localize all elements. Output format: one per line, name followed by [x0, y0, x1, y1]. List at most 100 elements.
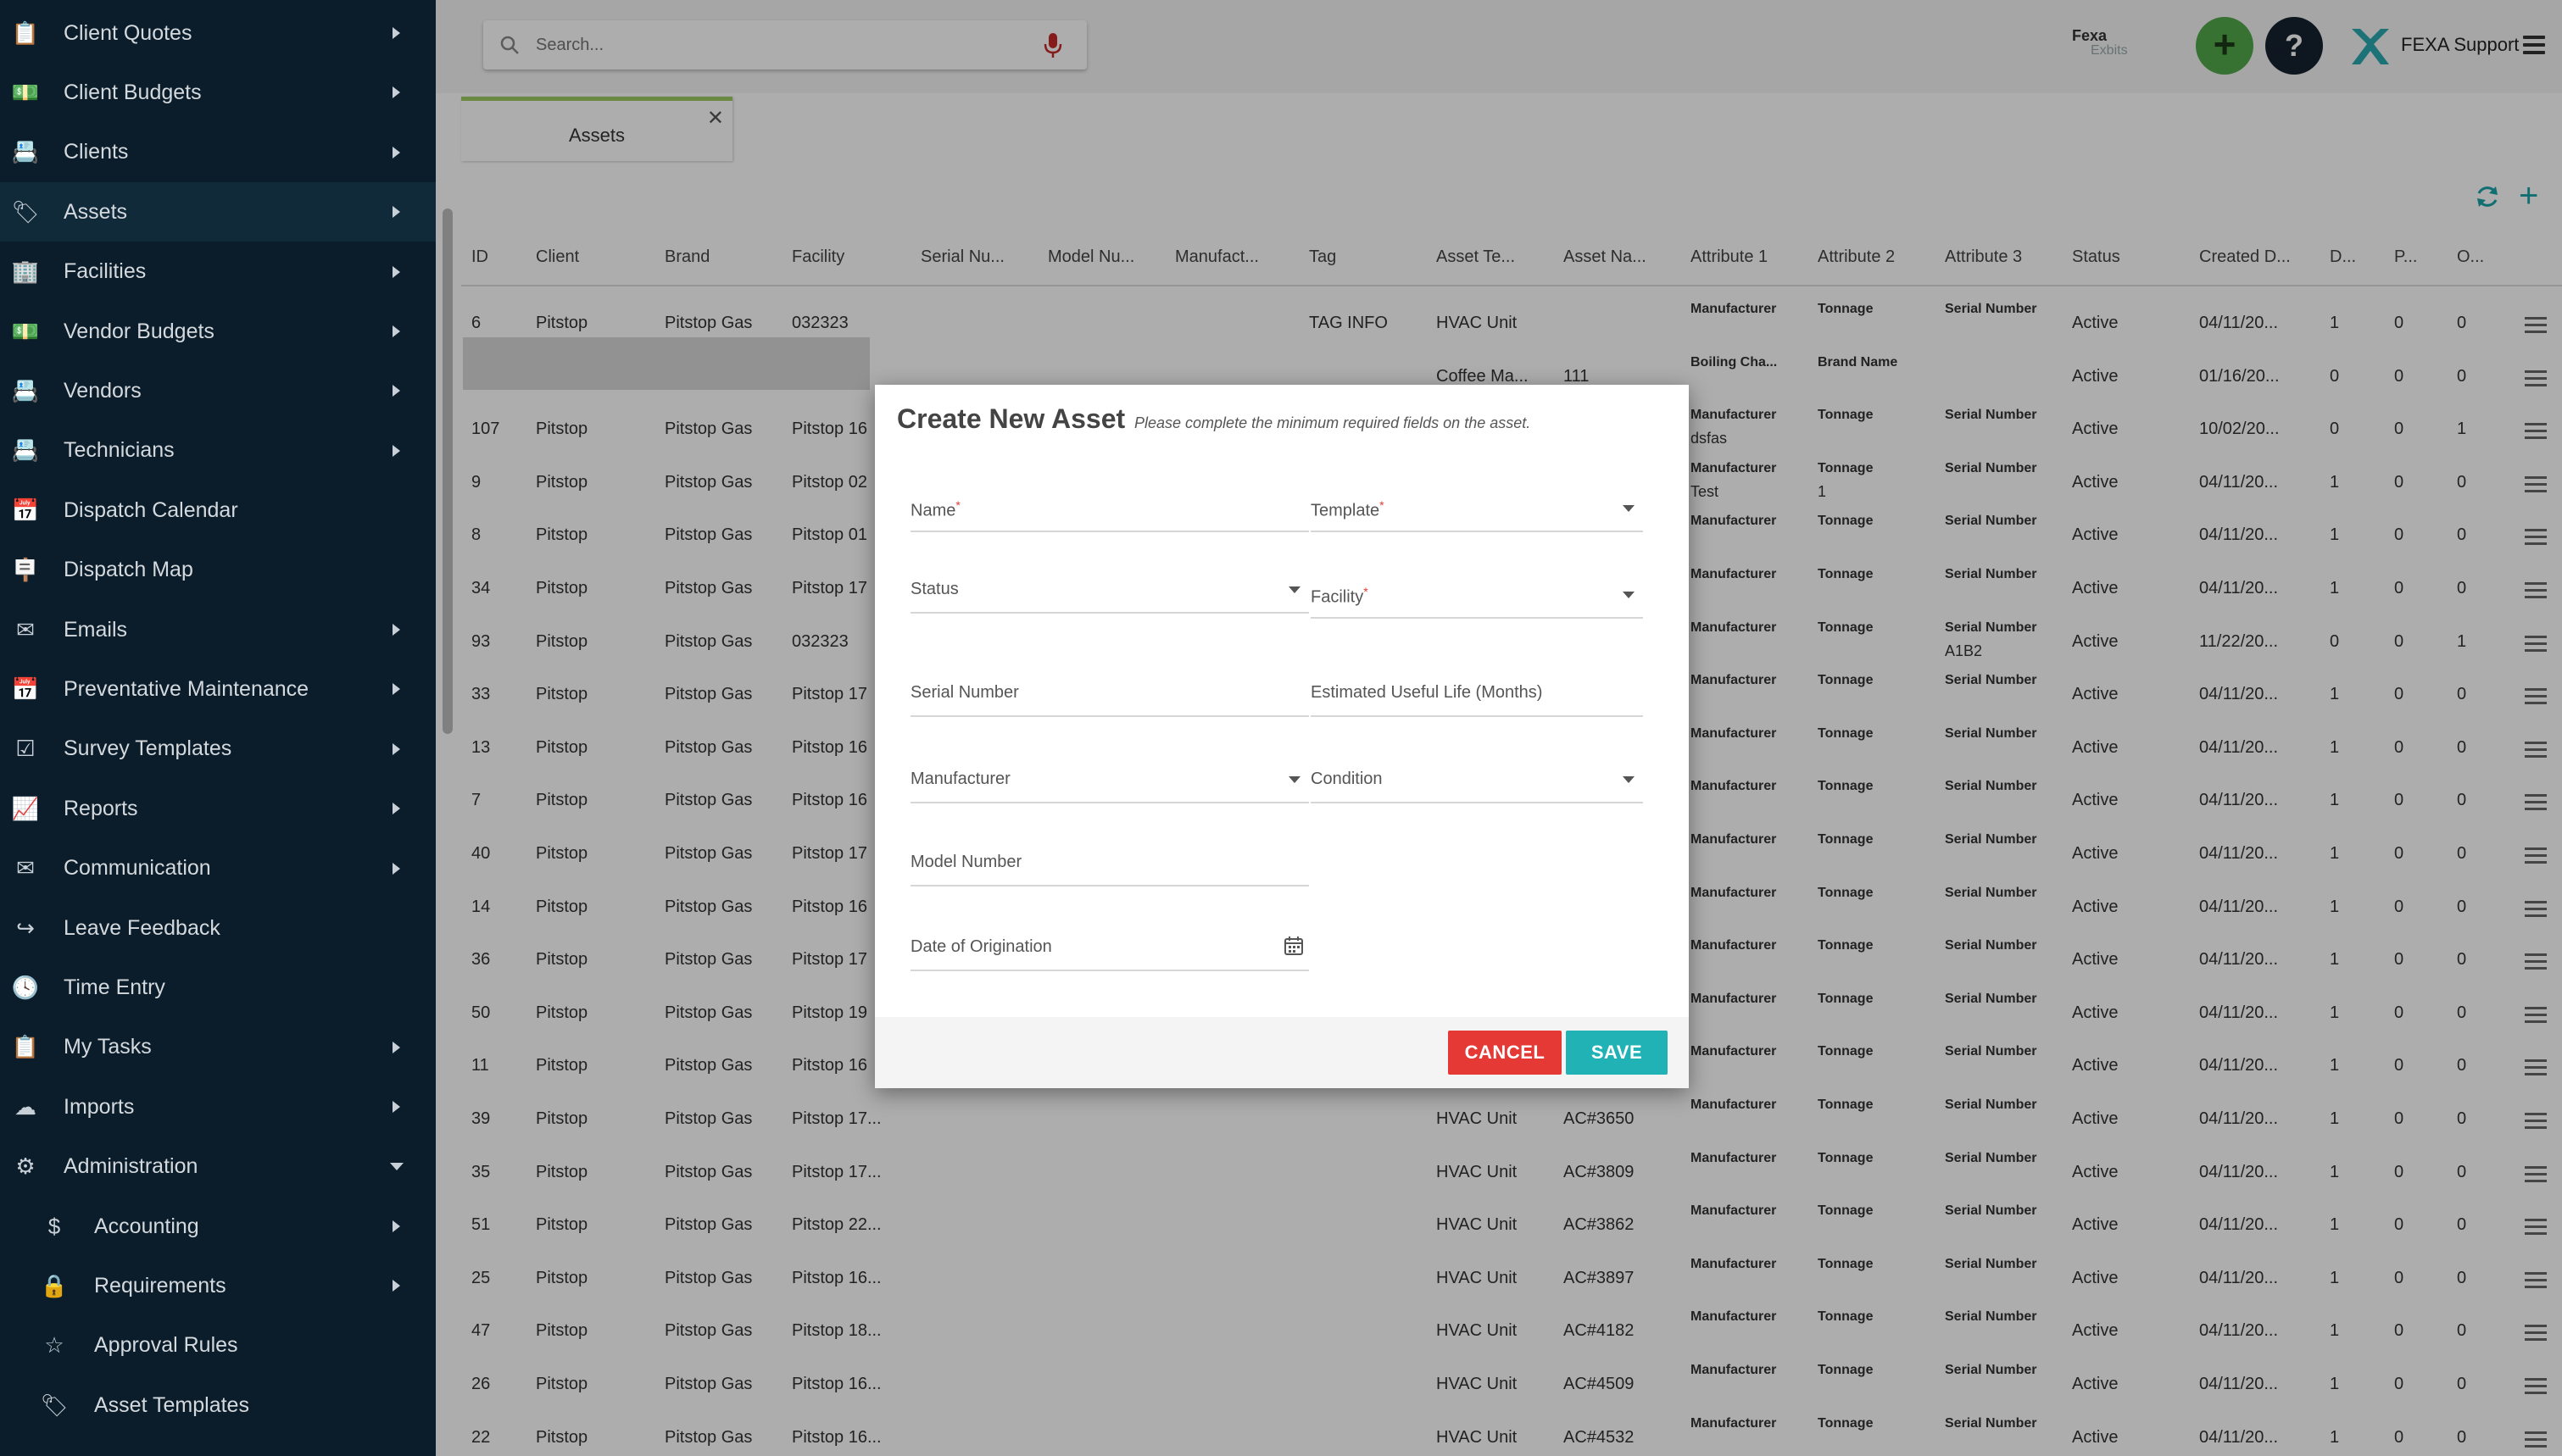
sidebar-item-label: Facilities: [64, 259, 147, 284]
name-field[interactable]: Name*: [911, 490, 1309, 532]
facility-select[interactable]: Facility*: [1311, 576, 1643, 619]
caret-right-icon: [393, 1101, 400, 1114]
caret-right-icon: [393, 206, 400, 219]
caret-right-icon: [393, 265, 400, 278]
caret-right-icon: [393, 325, 400, 337]
modal-subtitle: Please complete the minimum required fie…: [1134, 414, 1531, 431]
caret-right-icon: [393, 683, 400, 696]
calendar-icon: 📅: [11, 675, 40, 702]
sidebar-item-technicians[interactable]: 📇 Technicians: [0, 421, 436, 481]
envelope-open-icon: ✉: [16, 616, 35, 642]
model-number-field[interactable]: Model Number: [911, 844, 1309, 886]
chevron-down-icon: [1289, 586, 1300, 593]
caret-right-icon: [393, 1280, 400, 1292]
sidebar-item-clients[interactable]: 📇 Clients: [0, 123, 436, 182]
chevron-down-icon: [1623, 776, 1635, 783]
caret-right-icon: [393, 444, 400, 457]
sidebar-item-label: Reports: [64, 796, 138, 820]
status-label: Status: [911, 580, 959, 598]
calendar-icon[interactable]: [1284, 936, 1304, 956]
cancel-button[interactable]: CANCEL: [1448, 1031, 1562, 1075]
serial-number-label: Serial Number: [911, 683, 1019, 702]
save-button[interactable]: SAVE: [1566, 1031, 1668, 1075]
sidebar-item-vendor-budgets[interactable]: 💵 Vendor Budgets: [0, 302, 436, 361]
caret-right-icon: [393, 1220, 400, 1232]
sidebar-item-dispatch-map[interactable]: 🪧 Dispatch Map: [0, 541, 436, 600]
sidebar-item-label: Dispatch Map: [64, 558, 193, 582]
sidebar-item-asset-templates[interactable]: 🏷 Asset Templates: [0, 1375, 436, 1435]
sidebar-item-client-budgets[interactable]: 💵 Client Budgets: [0, 63, 436, 122]
sidebar-item-label: Requirements: [94, 1273, 226, 1298]
chevron-down-icon: [1623, 505, 1635, 512]
sidebar-item-administration[interactable]: ⚙ Administration: [0, 1137, 436, 1197]
sidebar-item-my-tasks[interactable]: 📋 My Tasks: [0, 1018, 436, 1077]
sidebar-item-label: Survey Templates: [64, 736, 232, 761]
sidebar-item-survey-templates[interactable]: ☑ Survey Templates: [0, 720, 436, 779]
line-chart-icon: 📈: [11, 795, 40, 821]
sidebar-item-imports[interactable]: ☁ Imports: [0, 1077, 436, 1136]
useful-life-field[interactable]: Estimated Useful Life (Months): [1311, 675, 1643, 717]
caret-right-icon: [393, 742, 400, 755]
condition-select[interactable]: Condition: [1311, 761, 1643, 803]
sidebar-item-label: Client Budgets: [64, 80, 202, 104]
sidebar-item-client-quotes[interactable]: 📋 Client Quotes: [0, 3, 436, 63]
checkbox-icon: ☑: [15, 736, 36, 762]
sidebar-item-label: Clients: [64, 140, 129, 164]
envelope-icon: ✉: [16, 855, 35, 881]
clock-icon: 🕓: [11, 974, 40, 1000]
contact-card-icon: 📇: [11, 139, 40, 165]
sidebar-item-preventative-maintenance[interactable]: 📅 Preventative Maintenance: [0, 659, 436, 719]
caret-right-icon: [393, 385, 400, 397]
sidebar-item-communication[interactable]: ✉ Communication: [0, 839, 436, 898]
caret-right-icon: [393, 27, 400, 39]
template-label: Template*: [1311, 498, 1384, 520]
cogs-icon: ⚙: [15, 1153, 36, 1180]
tags-icon: 🏷: [11, 198, 40, 225]
caret-right-icon: [393, 862, 400, 875]
sidebar-item-label: Vendor Budgets: [64, 319, 214, 343]
clipboard-icon: 📋: [11, 1034, 40, 1060]
sidebar-item-label: Technicians: [64, 438, 175, 463]
sidebar-item-label: Leave Feedback: [64, 915, 220, 940]
signpost-icon: 🪧: [11, 557, 40, 583]
sidebar: 📋 Client Quotes 💵 Client Budgets 📇 Clients 🏷 As…: [0, 0, 436, 1456]
caret-right-icon: [393, 624, 400, 636]
sidebar-item-leave-feedback[interactable]: ↪ Leave Feedback: [0, 898, 436, 958]
money-icon: 💵: [11, 318, 40, 344]
sidebar-item-accounting[interactable]: $ Accounting: [0, 1197, 436, 1256]
sidebar-item-dispatch-calendar[interactable]: 📅 Dispatch Calendar: [0, 481, 436, 540]
sidebar-item-facilities[interactable]: 🏢 Facilities: [0, 242, 436, 302]
contact-card-icon: 📇: [11, 437, 40, 464]
sidebar-item-label: Administration: [64, 1154, 198, 1179]
sidebar-item-label: Client Quotes: [64, 20, 192, 45]
template-select[interactable]: Template*: [1311, 490, 1643, 532]
manufacturer-select[interactable]: Manufacturer: [911, 761, 1309, 803]
clipboard-icon: 📋: [11, 19, 40, 46]
cloud-upload-icon: ☁: [14, 1093, 36, 1120]
dollar-icon: $: [47, 1213, 61, 1239]
sidebar-item-label: Dispatch Calendar: [64, 497, 238, 522]
building-icon: 🏢: [11, 258, 40, 285]
sidebar-item-approval-rules[interactable]: ☆ Approval Rules: [0, 1316, 436, 1375]
origination-date-field[interactable]: Date of Origination: [911, 929, 1309, 971]
sidebar-item-emails[interactable]: ✉ Emails: [0, 600, 436, 659]
caret-right-icon: [393, 86, 400, 99]
create-asset-modal: Create New Asset Please complete the min…: [875, 385, 1689, 1088]
useful-life-label: Estimated Useful Life (Months): [1311, 683, 1543, 702]
sidebar-item-label: Accounting: [94, 1214, 199, 1238]
sidebar-item-requirements[interactable]: 🔒 Requirements: [0, 1256, 436, 1315]
sidebar-item-label: Asset Templates: [94, 1392, 249, 1417]
lock-icon: 🔒: [40, 1272, 69, 1298]
sidebar-item-label: Imports: [64, 1094, 135, 1119]
sidebar-item-time-entry[interactable]: 🕓 Time Entry: [0, 958, 436, 1017]
sidebar-item-vendors[interactable]: 📇 Vendors: [0, 361, 436, 420]
serial-number-field[interactable]: Serial Number: [911, 675, 1309, 717]
share-icon: ↪: [16, 914, 35, 941]
caret-right-icon: [393, 1041, 400, 1053]
sidebar-item-label: Assets: [64, 199, 128, 224]
sidebar-item-reports[interactable]: 📈 Reports: [0, 779, 436, 838]
sidebar-item-assets[interactable]: 🏷 Assets: [0, 182, 436, 242]
sidebar-item-label: Vendors: [64, 378, 142, 403]
status-select[interactable]: Status: [911, 571, 1309, 614]
contact-card-icon: 📇: [11, 377, 40, 403]
